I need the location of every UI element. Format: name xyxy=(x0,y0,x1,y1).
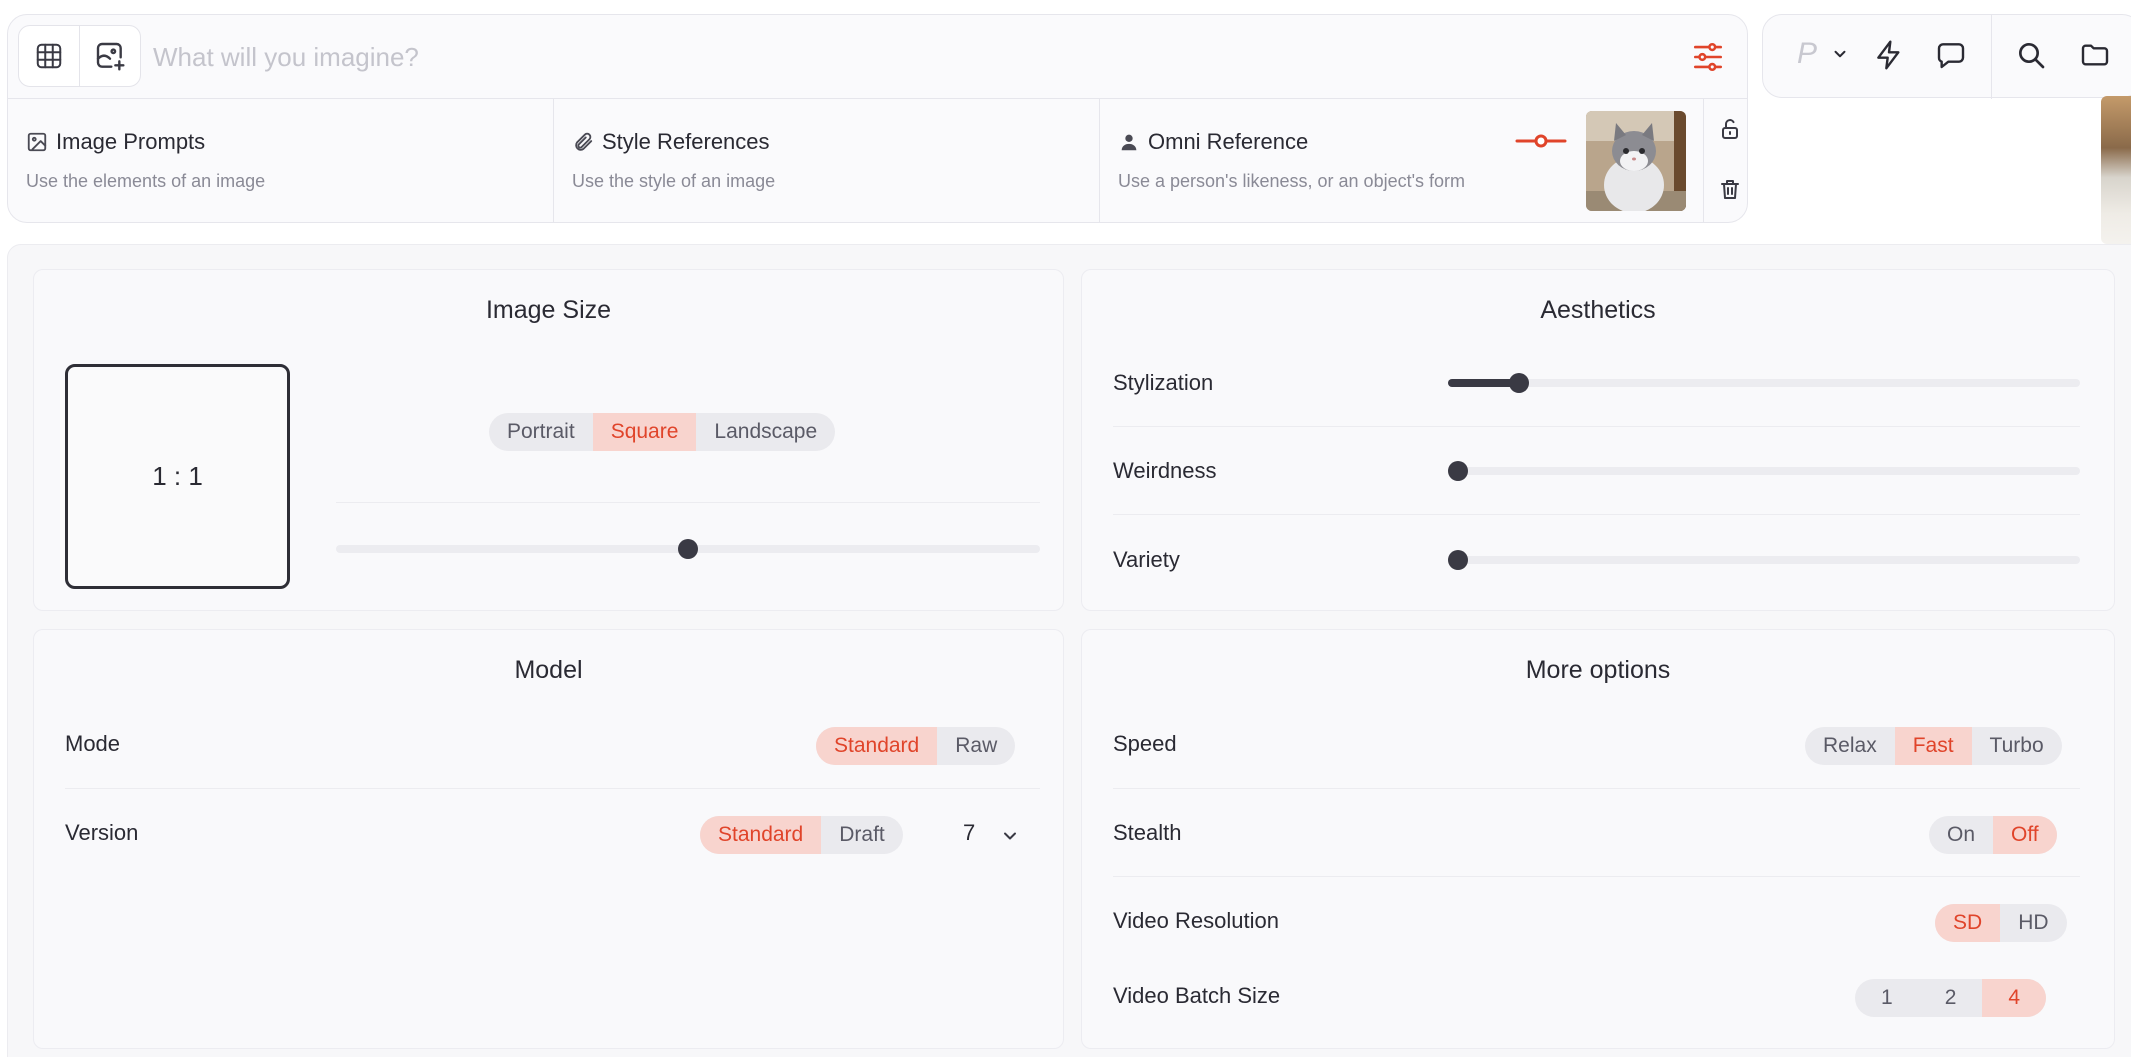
video-resolution-sd[interactable]: SD xyxy=(1935,904,2001,942)
mode-raw[interactable]: Raw xyxy=(937,727,1015,765)
folder-icon[interactable] xyxy=(2079,39,2111,71)
version-number[interactable]: 7 xyxy=(963,820,975,846)
video-batch-size-4[interactable]: 4 xyxy=(1982,979,2047,1017)
trash-icon xyxy=(1718,177,1742,201)
divider xyxy=(1113,788,2080,789)
version-selector: Standard Draft xyxy=(700,816,903,854)
divider xyxy=(336,502,1040,503)
image-size-card: Image Size 1 : 1 Portrait Square Landsca… xyxy=(33,269,1064,611)
stylization-label: Stylization xyxy=(1113,370,1214,395)
version-draft[interactable]: Draft xyxy=(821,816,903,854)
stylization-slider[interactable] xyxy=(1448,373,2080,393)
omni-weight-slider-icon[interactable] xyxy=(1515,133,1567,149)
reference-actions xyxy=(1704,99,1747,222)
omni-reference-title: Omni Reference xyxy=(1148,129,1309,154)
divider xyxy=(1113,514,2080,515)
stealth-label: Stealth xyxy=(1113,820,1182,845)
paperclip-icon xyxy=(572,131,594,153)
video-resolution-selector: SD HD xyxy=(1935,904,2067,942)
prompt-input[interactable] xyxy=(153,35,1653,79)
model-title: Model xyxy=(514,656,583,684)
delete-button[interactable] xyxy=(1718,177,1742,201)
settings-toggle-button[interactable] xyxy=(1688,37,1728,77)
weirdness-label: Weirdness xyxy=(1113,458,1217,483)
aspect-ratio-preview: 1 : 1 xyxy=(65,364,290,589)
video-resolution-label: Video Resolution xyxy=(1113,908,1279,933)
grid-view-button[interactable] xyxy=(18,25,80,87)
mode-selector: Standard Raw xyxy=(816,727,1016,765)
orientation-square[interactable]: Square xyxy=(592,413,697,451)
search-icon[interactable] xyxy=(2015,39,2047,71)
right-toolbar: P xyxy=(1762,14,2131,99)
lightning-icon[interactable] xyxy=(1873,39,1905,71)
video-batch-size-label: Video Batch Size xyxy=(1113,983,1281,1008)
chevron-down-icon[interactable] xyxy=(1831,45,1849,63)
speed-label: Speed xyxy=(1113,731,1177,756)
variety-slider-knob[interactable] xyxy=(1448,550,1468,570)
image-icon xyxy=(26,131,48,153)
aspect-ratio-label: 1 : 1 xyxy=(152,461,203,491)
weirdness-slider-knob[interactable] xyxy=(1448,461,1468,481)
divider xyxy=(1113,876,2080,877)
weirdness-slider[interactable] xyxy=(1448,461,2080,481)
more-options-title: More options xyxy=(1525,656,1671,684)
background-image-edge xyxy=(2101,96,2131,244)
orientation-landscape[interactable]: Landscape xyxy=(696,413,835,451)
aspect-ratio-slider[interactable] xyxy=(336,539,1040,559)
speed-turbo[interactable]: Turbo xyxy=(1972,727,2062,765)
more-options-card: More options Speed Relax Fast Turbo Stea… xyxy=(1081,629,2115,1049)
toolbar-divider xyxy=(1991,15,1992,99)
reference-row: Image Prompts Use the elements of an ima… xyxy=(8,99,1747,222)
version-label: Version xyxy=(65,820,139,845)
video-batch-size-2[interactable]: 2 xyxy=(1919,979,1983,1017)
omni-reference-image[interactable] xyxy=(1586,111,1686,211)
aspect-ratio-slider-knob[interactable] xyxy=(678,539,698,559)
stealth-off[interactable]: Off xyxy=(1993,816,2057,854)
stealth-selector: On Off xyxy=(1929,816,2057,854)
orientation-portrait[interactable]: Portrait xyxy=(489,413,593,451)
image-size-title: Image Size xyxy=(485,296,612,324)
cat-image-icon xyxy=(1586,111,1686,211)
variety-label: Variety xyxy=(1113,547,1180,572)
image-add-icon xyxy=(94,40,126,72)
unlock-button[interactable] xyxy=(1718,117,1742,141)
speed-fast[interactable]: Fast xyxy=(1894,727,1972,765)
orientation-selector: Portrait Square Landscape xyxy=(489,413,836,451)
aesthetics-card: Aesthetics Stylization Weirdness Variety xyxy=(1081,269,2115,611)
prompt-bar: Image Prompts Use the elements of an ima… xyxy=(7,14,1748,223)
aesthetics-title: Aesthetics xyxy=(1540,296,1656,324)
speed-relax[interactable]: Relax xyxy=(1805,727,1895,765)
style-references-title: Style References xyxy=(602,129,770,154)
film-grid-icon xyxy=(34,41,64,71)
model-card: Model Mode Standard Raw Version Standard… xyxy=(33,629,1064,1049)
mode-standard[interactable]: Standard xyxy=(816,727,938,765)
version-standard[interactable]: Standard xyxy=(700,816,822,854)
video-resolution-hd[interactable]: HD xyxy=(2000,904,2066,942)
style-references-section[interactable]: Style References Use the style of an ima… xyxy=(554,99,1100,222)
stylization-slider-knob[interactable] xyxy=(1509,373,1530,393)
divider xyxy=(65,788,1040,789)
image-prompts-section[interactable]: Image Prompts Use the elements of an ima… xyxy=(8,99,554,222)
variety-slider[interactable] xyxy=(1448,550,2080,570)
video-batch-size-1[interactable]: 1 xyxy=(1855,979,1919,1017)
settings-panel: Image Size 1 : 1 Portrait Square Landsca… xyxy=(7,244,2131,1057)
add-image-button[interactable] xyxy=(79,25,141,87)
chevron-down-icon[interactable] xyxy=(1000,826,1020,846)
video-batch-size-selector: 1 2 4 xyxy=(1855,979,2047,1017)
image-prompts-title: Image Prompts xyxy=(56,129,206,154)
chat-icon[interactable] xyxy=(1935,39,1967,71)
sliders-icon xyxy=(1691,40,1725,74)
divider xyxy=(1113,426,2080,427)
stealth-on[interactable]: On xyxy=(1929,816,1993,854)
style-references-subtitle: Use the style of an image xyxy=(572,171,776,191)
speed-selector: Relax Fast Turbo xyxy=(1805,727,2062,765)
mode-label: Mode xyxy=(65,731,121,756)
personalize-toggle[interactable]: P xyxy=(1797,37,1817,71)
image-prompts-subtitle: Use the elements of an image xyxy=(26,171,266,191)
unlock-icon xyxy=(1718,117,1742,141)
person-icon xyxy=(1118,131,1140,153)
omni-reference-section[interactable]: Omni Reference Use a person's likeness, … xyxy=(1100,99,1704,222)
prompt-row xyxy=(8,15,1747,99)
